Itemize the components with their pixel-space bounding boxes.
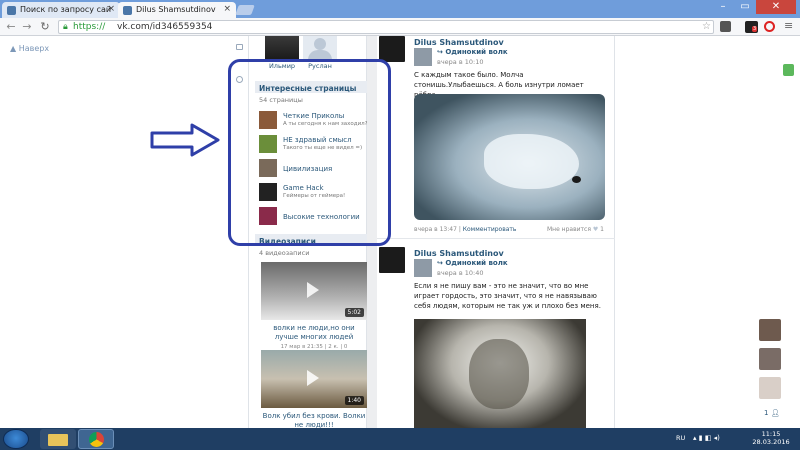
friend-photo <box>265 36 299 60</box>
chat-contact-avatar[interactable] <box>759 319 781 341</box>
left-sidebar: ▲ Наверх <box>0 36 248 428</box>
messages-icon[interactable] <box>236 44 243 50</box>
comment-link[interactable]: Комментировать <box>463 226 517 233</box>
notification-badge: 3 <box>752 26 758 32</box>
like-button[interactable]: Мне нравится ♥ 1 <box>547 226 604 233</box>
video-duration: 5:02 <box>344 308 364 317</box>
reload-icon[interactable]: ↻ <box>38 20 52 34</box>
chrome-icon <box>89 432 104 447</box>
online-count-value: 1 <box>764 409 769 417</box>
close-tab-icon[interactable]: × <box>107 4 115 14</box>
repost-source-name[interactable]: ↪ Одинокий волк <box>437 259 508 267</box>
play-icon[interactable] <box>307 282 319 298</box>
language-indicator[interactable]: RU <box>676 434 685 442</box>
close-window-button[interactable]: ✕ <box>756 0 796 14</box>
video-duration: 1:40 <box>344 396 364 405</box>
menu-icon[interactable]: ≡ <box>784 19 793 32</box>
default-avatar-icon <box>314 38 326 50</box>
minimize-button[interactable]: – <box>712 0 734 14</box>
forward-icon[interactable]: → <box>20 20 34 34</box>
tab-title: Поиск по запросу сай <box>20 5 112 14</box>
tab-profile[interactable]: Dilus Shamsutdinov × <box>118 2 236 18</box>
wolf-photo[interactable] <box>414 319 586 428</box>
page-content: ▲ Наверх Ильмир Руслан Интересные страни… <box>0 36 800 428</box>
chat-contact-avatar[interactable] <box>759 348 781 370</box>
annotation-arrow-icon <box>150 123 220 157</box>
new-tab-button[interactable] <box>235 5 255 15</box>
taskbar-explorer[interactable] <box>40 429 76 449</box>
extension-side-icon[interactable] <box>783 64 794 76</box>
tab-search[interactable]: Поиск по запросу сай × <box>2 2 120 18</box>
browser-toolbar: ← → ↻ 🔒︎ https:// vk.com/id346559354 ☆ 3… <box>0 18 800 36</box>
post-author[interactable]: Dilus Shamsutdinov <box>414 249 504 258</box>
repost-source-label: Одинокий волк <box>445 259 508 267</box>
vk-favicon-icon <box>7 6 16 15</box>
opera-icon[interactable] <box>764 21 775 32</box>
extension-icon[interactable] <box>720 21 731 32</box>
play-icon[interactable] <box>307 370 319 386</box>
annotation-highlight-box <box>228 59 391 246</box>
post-divider <box>377 238 615 239</box>
url-scheme: https:// <box>73 22 106 32</box>
video-thumbnail[interactable]: 1:40 <box>261 350 367 408</box>
url-text: vk.com/id346559354 <box>117 22 213 32</box>
tab-title: Dilus Shamsutdinov <box>136 5 216 14</box>
repost-source-avatar[interactable] <box>414 48 432 66</box>
clock-time: 11:15 <box>761 430 781 438</box>
video-title[interactable]: Волк убил без крови. Волки не люди!!! <box>261 412 367 428</box>
author-avatar[interactable] <box>379 36 405 62</box>
bookmark-star-icon[interactable]: ☆ <box>702 21 711 32</box>
chat-contact-avatar[interactable] <box>759 377 781 399</box>
heart-icon: ♥ <box>592 226 599 233</box>
post-date[interactable]: вчера в 13:47 <box>414 226 457 233</box>
user-icon: 👤︎ <box>770 409 780 417</box>
vk-favicon-icon <box>123 6 132 15</box>
repost-date: вчера в 10:40 <box>437 269 484 277</box>
friend-photo <box>303 36 337 60</box>
wolf-photo[interactable] <box>414 94 605 220</box>
scroll-top-label: Наверх <box>18 44 50 53</box>
back-icon[interactable]: ← <box>4 20 18 34</box>
maximize-button[interactable]: ▭ <box>734 0 756 14</box>
video-thumbnail[interactable]: 5:02 <box>261 262 367 320</box>
wolf-head-shape <box>484 134 579 189</box>
videos-count: 4 видеозаписи <box>259 249 310 257</box>
vk-notifications-icon[interactable]: 3 <box>745 21 758 33</box>
repost-source-name[interactable]: ↪ Одинокий волк <box>437 48 508 56</box>
scroll-top-link[interactable]: ▲ Наверх <box>10 44 49 53</box>
repost-source-avatar[interactable] <box>414 259 432 277</box>
clock-date: 28.03.2016 <box>752 438 790 446</box>
repost-source-label: Одинокий волк <box>445 48 508 56</box>
repost-date: вчера в 10:10 <box>437 58 484 66</box>
close-tab-icon[interactable]: × <box>223 4 231 14</box>
folder-icon <box>48 434 68 446</box>
tab-strip: Поиск по запросу сай × Dilus Shamsutdino… <box>0 0 800 18</box>
post-footer: вчера в 13:47 | Комментировать Мне нрави… <box>414 226 604 233</box>
post-author[interactable]: Dilus Shamsutdinov <box>414 38 504 47</box>
like-count: 1 <box>600 226 604 233</box>
video-card[interactable]: 1:40 Волк убил без крови. Волки не люди!… <box>261 350 367 428</box>
address-bar[interactable]: 🔒︎ https:// vk.com/id346559354 ☆ <box>58 20 714 34</box>
video-title[interactable]: волки не люди,но они лучше многих людей <box>261 324 367 342</box>
start-button[interactable] <box>3 429 29 449</box>
tray-icons[interactable]: ▴ ▮ ◧ ◂) <box>693 434 720 442</box>
system-clock[interactable]: 11:15 28.03.2016 <box>743 430 799 446</box>
wall: Dilus Shamsutdinov ↪ Одинокий волк вчера… <box>377 36 615 428</box>
post-text: Если я не пишу вам - это не значит, что … <box>414 282 601 310</box>
wolf-head-shape <box>469 339 529 409</box>
like-label: Мне нравится <box>546 226 591 233</box>
windows-taskbar: RU ▴ ▮ ◧ ◂) 11:15 28.03.2016 <box>0 428 800 450</box>
video-card[interactable]: 5:02 волки не люди,но они лучше многих л… <box>261 262 367 350</box>
wall-post: Dilus Shamsutdinov ↪ Одинокий волк вчера… <box>377 36 615 241</box>
wolf-nose-shape <box>572 176 581 183</box>
lock-icon: 🔒︎ <box>63 22 68 32</box>
author-avatar[interactable] <box>379 247 405 273</box>
wall-post: Dilus Shamsutdinov ↪ Одинокий волк вчера… <box>377 247 615 428</box>
taskbar-chrome[interactable] <box>78 429 114 449</box>
chat-online-count[interactable]: 1 👤︎ <box>764 409 780 417</box>
